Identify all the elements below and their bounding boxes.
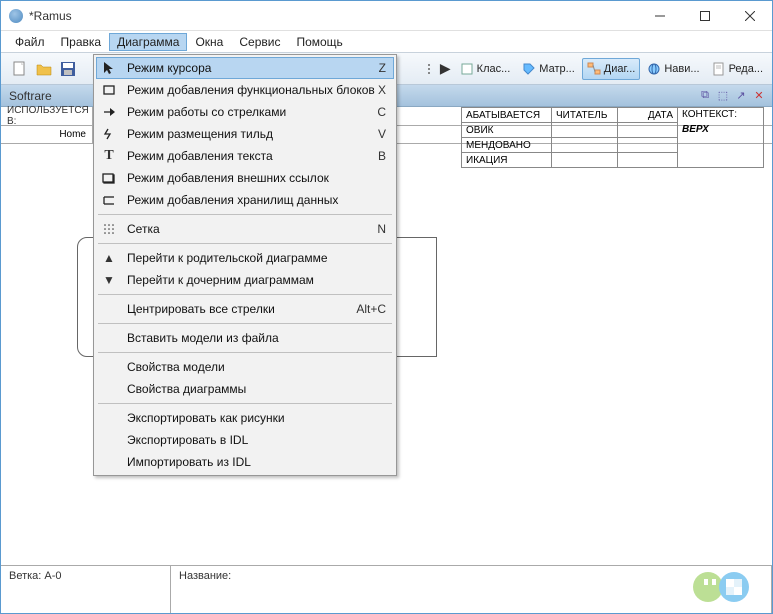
toolbar-diagram-button[interactable]: Диаг... xyxy=(582,58,641,80)
separator xyxy=(98,243,392,244)
info-used-in-label: ИСПОЛЬЗУЕТСЯ В: xyxy=(1,107,93,125)
subheader-icon-2[interactable]: ⬚ xyxy=(716,89,730,103)
subheader-icon-3[interactable]: ↗ xyxy=(734,89,748,103)
info-home-label: Home xyxy=(1,126,93,143)
menu-file[interactable]: Файл xyxy=(7,33,53,51)
open-icon[interactable] xyxy=(35,60,53,78)
menu-edit[interactable]: Правка xyxy=(53,33,110,51)
menu-grid[interactable]: Сетка N xyxy=(96,218,394,240)
statusbar: Ветка: A-0 Название: xyxy=(1,565,772,613)
menu-diagram-properties[interactable]: Свойства диаграммы xyxy=(96,378,394,400)
diagram-dropdown: Режим курсора Z Режим добавления функцио… xyxy=(93,54,397,476)
menu-model-properties[interactable]: Свойства модели xyxy=(96,356,394,378)
menu-center-arrows[interactable]: Центрировать все стрелки Alt+C xyxy=(96,298,394,320)
menu-export-idl[interactable]: Экспортировать в IDL xyxy=(96,429,394,451)
menu-cursor-mode[interactable]: Режим курсора Z xyxy=(96,57,394,79)
menu-insert-models[interactable]: Вставить модели из файла xyxy=(96,327,394,349)
triangle-down-icon: ▼ xyxy=(99,271,119,289)
subheader-label: Softrare xyxy=(9,89,52,103)
menu-windows[interactable]: Окна xyxy=(187,33,231,51)
window-title: *Ramus xyxy=(29,9,637,23)
separator xyxy=(98,323,392,324)
datastore-icon xyxy=(99,191,119,209)
save-icon[interactable] xyxy=(59,60,77,78)
globe-icon xyxy=(647,62,661,76)
app-icon xyxy=(9,9,23,23)
separator xyxy=(98,352,392,353)
triangle-up-icon: ▲ xyxy=(99,249,119,267)
status-name: Название: xyxy=(171,566,772,613)
menu-service[interactable]: Сервис xyxy=(231,33,288,51)
subheader-close-icon[interactable]: ✕ xyxy=(752,89,766,103)
extlink-icon xyxy=(99,169,119,187)
triangle-right-icon[interactable]: ▶ xyxy=(440,60,451,77)
watermark-icon xyxy=(686,569,756,605)
menu-go-child[interactable]: ▼ Перейти к дочерним диаграммам xyxy=(96,269,394,291)
menu-diagram[interactable]: Диаграмма xyxy=(109,33,187,51)
diagram-icon xyxy=(587,62,601,76)
separator xyxy=(98,214,392,215)
toolbar-editor-button[interactable]: Реда... xyxy=(707,58,768,80)
menubar: Файл Правка Диаграмма Окна Сервис Помощь xyxy=(1,31,772,53)
page-icon xyxy=(712,62,726,76)
menu-export-images[interactable]: Экспортировать как рисунки xyxy=(96,407,394,429)
minimize-button[interactable] xyxy=(637,1,682,30)
tag-icon xyxy=(522,62,536,76)
menu-data-stores[interactable]: Режим добавления хранилищ данных xyxy=(96,189,394,211)
tilde-icon xyxy=(99,125,119,143)
toolbar-matrix-button[interactable]: Матр... xyxy=(517,58,580,80)
text-icon: T xyxy=(99,147,119,165)
toolbar-navigator-button[interactable]: Нави... xyxy=(642,58,704,80)
separator xyxy=(98,403,392,404)
grid-icon xyxy=(99,220,119,238)
maximize-button[interactable] xyxy=(682,1,727,30)
context-table: АБАТЫВАЕТСЯ ЧИТАТЕЛЬ ДАТА КОНТЕКСТ: ВЕРХ… xyxy=(461,107,764,168)
menu-text-mode[interactable]: T Режим добавления текста B xyxy=(96,145,394,167)
new-icon[interactable] xyxy=(11,60,29,78)
menu-external-links[interactable]: Режим добавления внешних ссылок xyxy=(96,167,394,189)
menu-arrow-mode[interactable]: Режим работы со стрелками C xyxy=(96,101,394,123)
arrow-icon xyxy=(99,103,119,121)
menu-import-idl[interactable]: Импортировать из IDL xyxy=(96,451,394,473)
grip-icon xyxy=(428,59,434,79)
close-button[interactable] xyxy=(727,1,772,30)
toolbar-classifier-button[interactable]: Клас... xyxy=(455,58,516,80)
status-branch: Ветка: A-0 xyxy=(1,566,171,613)
separator xyxy=(98,294,392,295)
square-icon xyxy=(460,62,474,76)
menu-go-parent[interactable]: ▲ Перейти к родительской диаграмме xyxy=(96,247,394,269)
cursor-icon xyxy=(99,59,119,77)
menu-tilde-mode[interactable]: Режим размещения тильд V xyxy=(96,123,394,145)
menu-help[interactable]: Помощь xyxy=(288,33,350,51)
titlebar: *Ramus xyxy=(1,1,772,31)
menu-add-func-blocks[interactable]: Режим добавления функциональных блоков X xyxy=(96,79,394,101)
subheader-icon-1[interactable]: ⧉ xyxy=(698,89,712,103)
box-icon xyxy=(99,81,119,99)
